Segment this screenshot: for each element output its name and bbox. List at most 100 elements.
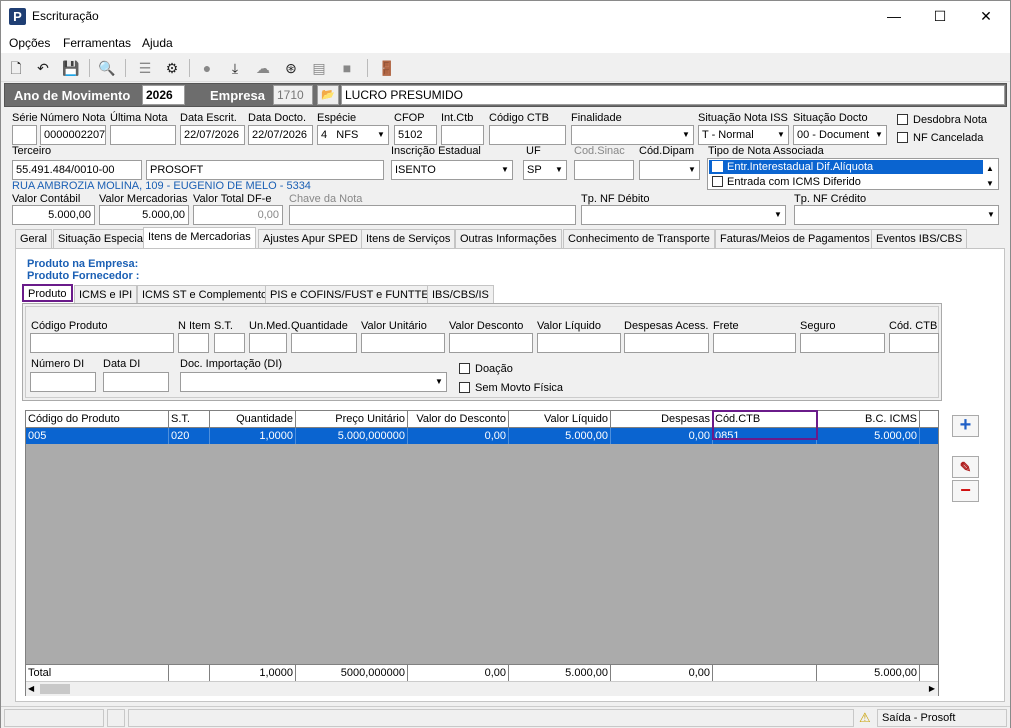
n-item-input[interactable] [178,333,209,353]
data-escrit-input[interactable]: 22/07/2026 [180,125,245,145]
folder-open-icon[interactable]: 📂 [317,85,339,105]
chevron-down-icon[interactable]: ▼ [770,206,785,224]
cod-dipam-select[interactable]: ▼ [639,160,700,180]
empresa-code-input[interactable]: 1710 [273,85,313,105]
valor-desconto-input[interactable] [449,333,533,353]
sem-movto-checkbox[interactable] [459,382,470,393]
scroll-left-icon[interactable]: ◀ [28,684,34,693]
tipo-nota-item[interactable]: Entr.Interestadual Dif.Alíquota [709,160,983,174]
save-icon[interactable]: 💾 [61,58,81,78]
especie-select[interactable]: 4 NFS ▼ [317,125,389,145]
new-document-icon[interactable]: 🗋 [6,58,26,78]
valor-liquido-input[interactable] [537,333,621,353]
exit-door-icon[interactable]: 🚪 [377,58,397,78]
chevron-down-icon[interactable]: ▼ [431,373,446,391]
tab-situacao-especial[interactable]: Situação Especial [53,229,151,248]
horizontal-scrollbar[interactable]: ◀ ▶ [26,681,938,696]
cod-sinac-input[interactable] [574,160,634,180]
subtab-produto[interactable]: Produto [22,284,73,302]
tipo-nota-list[interactable]: Entr.Interestadual Dif.Alíquota Entrada … [707,158,999,190]
data-di-input[interactable] [103,372,169,392]
col-st[interactable]: S.T. [169,411,210,427]
doc-importacao-select[interactable]: ▼ [180,372,447,392]
col-bc-icms[interactable]: B.C. ICMS [817,411,920,427]
tab-conhecimento-transporte[interactable]: Conhecimento de Transporte [563,229,715,248]
frete-input[interactable] [713,333,796,353]
valor-contabil-input[interactable]: 5.000,00 [12,205,95,225]
add-item-icon[interactable]: + [952,415,979,437]
box-icon[interactable]: ■ [337,58,357,78]
codigo-produto-input[interactable] [30,333,174,353]
chevron-down-icon[interactable]: ▼ [983,206,998,224]
ultima-nota-input[interactable] [110,125,176,145]
tab-faturas-pagamentos[interactable]: Faturas/Meios de Pagamentos [715,229,875,248]
col-codigo-produto[interactable]: Código do Produto [26,411,169,427]
print-preview-icon[interactable]: 🔍 [97,58,117,78]
edit-pencil-icon[interactable]: ✎ [952,456,979,478]
scroll-up-icon[interactable]: ▲ [983,160,997,174]
cloud-icon[interactable]: ☁ [253,58,273,78]
col-valor-liquido[interactable]: Valor Líquido [509,411,611,427]
numero-nota-input[interactable]: 0000002207 [40,125,106,145]
chevron-down-icon[interactable]: ▼ [678,126,693,144]
cod-ctb-input[interactable] [889,333,939,353]
remove-item-icon[interactable]: − [952,480,979,502]
seguro-input[interactable] [800,333,885,353]
serie-input[interactable] [12,125,37,145]
scroll-thumb[interactable] [40,684,70,694]
st-input[interactable] [214,333,245,353]
minimize-button[interactable]: — [871,1,917,32]
col-preco-unitario[interactable]: Preço Unitário [296,411,408,427]
tp-nf-credito-select[interactable]: ▼ [794,205,999,225]
tab-ajustes-apur-sped[interactable]: Ajustes Apur SPED [258,229,363,248]
tp-nf-debito-select[interactable]: ▼ [581,205,786,225]
situacao-docto-select[interactable]: 00 - Document ▼ [793,125,887,145]
nf-cancelada-checkbox[interactable] [897,132,908,143]
tipo-nota-checkbox[interactable] [712,176,723,187]
numero-di-input[interactable] [30,372,96,392]
terceiro-cnpj-input[interactable]: 55.491.484/0010-00 [12,160,142,180]
chevron-down-icon[interactable]: ▼ [684,161,699,179]
undo-icon[interactable]: ↶ [33,58,53,78]
int-ctb-input[interactable] [441,125,484,145]
valor-total-dfe-input[interactable]: 0,00 [193,205,283,225]
tab-itens-mercadorias[interactable]: Itens de Mercadorias [143,227,256,248]
close-button[interactable]: ✕ [963,1,1009,32]
subtab-icms-ipi[interactable]: ICMS e IPI [74,285,138,304]
quantidade-input[interactable] [291,333,357,353]
ano-input[interactable]: 2026 [142,85,185,105]
apple-icon[interactable]: ● [197,58,217,78]
uf-select[interactable]: SP ▼ [523,160,567,180]
scroll-right-icon[interactable]: ▶ [929,684,935,693]
finalidade-select[interactable]: ▼ [571,125,694,145]
download-icon[interactable]: ⤓ [225,58,245,78]
cfop-input[interactable]: 5102 [394,125,437,145]
situacao-iss-select[interactable]: T - Normal ▼ [698,125,789,145]
tab-geral[interactable]: Geral [15,229,52,248]
tab-eventos-ibs-cbs[interactable]: Eventos IBS/CBS [871,229,968,248]
col-valor-desconto[interactable]: Valor do Desconto [408,411,509,427]
chevron-down-icon[interactable]: ▼ [497,161,512,179]
un-med-input[interactable] [249,333,287,353]
tab-itens-servicos[interactable]: Itens de Serviços [361,229,456,248]
chevron-down-icon[interactable]: ▼ [551,161,566,179]
chevron-down-icon[interactable]: ▼ [773,126,788,144]
tree-icon[interactable]: ☰ [135,58,155,78]
inscricao-select[interactable]: ISENTO ▼ [391,160,513,180]
desdobra-checkbox[interactable] [897,114,908,125]
subtab-icms-st[interactable]: ICMS ST e Complemento [137,285,273,304]
valor-mercadorias-input[interactable]: 5.000,00 [99,205,189,225]
subtab-pis-cofins[interactable]: PIS e COFINS/FUST e FUNTTEL [265,285,440,304]
scroll-down-icon[interactable]: ▼ [983,175,997,189]
col-quantidade[interactable]: Quantidade [210,411,296,427]
process-icon[interactable]: ⚙ [162,58,182,78]
tab-outras-informacoes[interactable]: Outras Informações [455,229,562,248]
col-despesas[interactable]: Despesas [611,411,713,427]
menu-ajuda[interactable]: Ajuda [142,36,173,50]
cib-icon[interactable]: ⊛ [281,58,301,78]
data-docto-input[interactable]: 22/07/2026 [248,125,313,145]
tipo-nota-checkbox[interactable] [712,161,723,172]
subtab-ibs-cbs-is[interactable]: IBS/CBS/IS [427,285,494,304]
chevron-down-icon[interactable]: ▼ [871,126,886,144]
chevron-down-icon[interactable]: ▼ [373,126,388,144]
